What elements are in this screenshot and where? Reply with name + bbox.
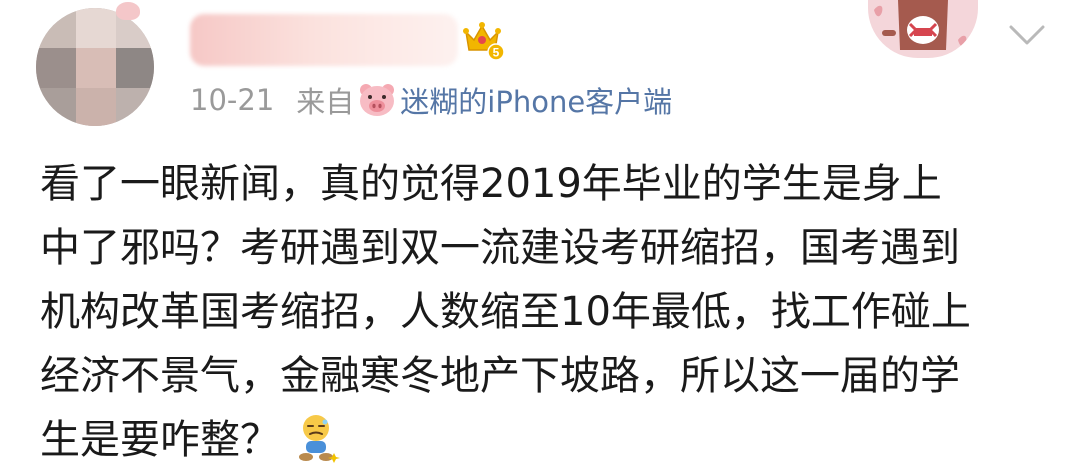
weibo-post: 5 10-21 来自 迷糊的iPhone客户端 看了一眼新闻，真的觉得2019年… <box>0 0 1080 469</box>
content-line-5: 生是要咋整？ <box>40 408 1050 469</box>
pig-face-icon <box>360 84 395 116</box>
content-line-5-text: 生是要咋整？ <box>40 417 280 463</box>
cartoon-sticker-icon <box>868 0 978 58</box>
content-line-2: 中了邪吗？考研遇到双一流建设考研缩招，国考遇到 <box>40 225 960 271</box>
avatar-decoration-icon <box>116 2 140 20</box>
avatar[interactable] <box>36 8 154 126</box>
confused-sitting-emoji-icon <box>299 415 340 463</box>
source-link[interactable]: 迷糊的iPhone客户端 <box>400 79 672 121</box>
from-label: 来自 <box>296 85 355 119</box>
username-blurred[interactable] <box>190 14 458 66</box>
post-meta: 10-21 来自 迷糊的iPhone客户端 <box>190 78 672 122</box>
content-line-3: 机构改革国考缩招，人数缩至10年最低，找工作碰上 <box>40 289 971 335</box>
vip-level-text: 5 <box>493 46 500 60</box>
post-content: 看了一眼新闻，真的觉得2019年毕业的学生是身上 中了邪吗？考研遇到双一流建设考… <box>40 152 1050 469</box>
vip-crown-icon[interactable]: 5 <box>462 18 506 60</box>
post-time: 10-21 <box>190 83 275 117</box>
chevron-down-icon[interactable] <box>1008 22 1046 48</box>
content-line-1: 看了一眼新闻，真的觉得2019年毕业的学生是身上 <box>40 161 942 207</box>
content-line-4: 经济不景气，金融寒冬地产下坡路，所以这一届的学 <box>40 353 960 399</box>
